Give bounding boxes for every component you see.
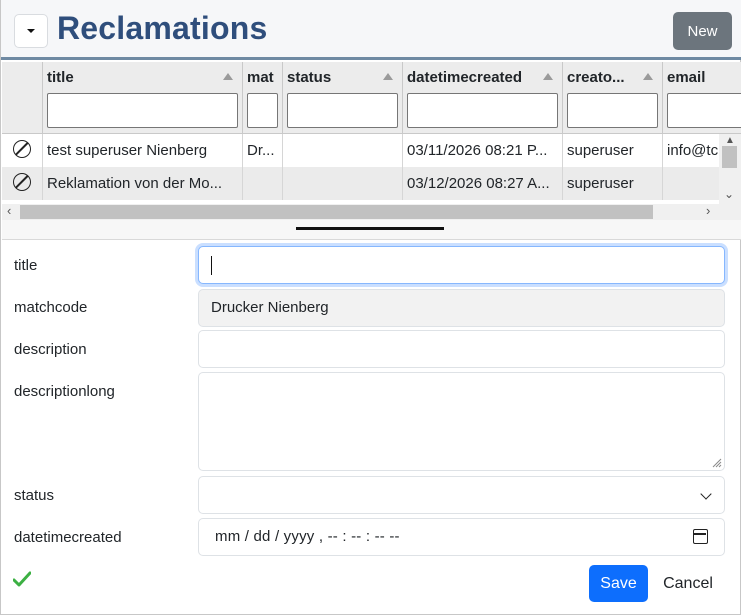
- row-selector-header: [2, 62, 43, 134]
- cell-status[interactable]: [283, 134, 403, 167]
- filter-input-status[interactable]: [287, 93, 398, 128]
- description-label: description: [14, 341, 87, 358]
- status-label: status: [14, 487, 55, 504]
- scroll-up-icon[interactable]: ▲: [725, 135, 735, 146]
- table-row[interactable]: Reklamation von der Mo... 03/12/2026 08:…: [2, 167, 719, 200]
- cell-datetimecreated[interactable]: 03/12/2026 08:27 A...: [403, 167, 563, 200]
- column-header-status[interactable]: status: [283, 62, 403, 134]
- pane-splitter[interactable]: [2, 220, 741, 240]
- splitter-handle[interactable]: [296, 227, 444, 230]
- cancel-button[interactable]: Cancel: [654, 565, 722, 602]
- sort-arrow-icon[interactable]: [383, 73, 393, 80]
- no-entry-icon[interactable]: [13, 140, 31, 158]
- vertical-scroll-thumb[interactable]: [722, 146, 737, 168]
- filter-input-email[interactable]: [667, 93, 741, 128]
- page-title: Reclamations: [57, 10, 268, 46]
- sort-arrow-icon[interactable]: [223, 73, 233, 80]
- column-label-creator: creato...: [567, 69, 625, 86]
- checkmark-icon: [13, 571, 31, 587]
- filter-input-matchcode[interactable]: [247, 93, 278, 128]
- cell-datetimecreated[interactable]: 03/11/2026 08:21 P...: [403, 134, 563, 167]
- horizontal-scroll-thumb[interactable]: [20, 205, 653, 219]
- app-frame: Reclamations New title mat status dateti…: [0, 0, 741, 615]
- no-entry-icon[interactable]: [13, 173, 31, 191]
- column-label-datetimecreated: datetimecreated: [407, 69, 523, 86]
- matchcode-field: Drucker Nienberg: [198, 289, 725, 327]
- filter-input-title[interactable]: [47, 93, 238, 128]
- chevron-down-icon: [700, 488, 712, 500]
- column-label-status: status: [287, 69, 332, 86]
- column-label-title: title: [47, 69, 74, 86]
- scroll-left-icon[interactable]: ‹: [7, 203, 11, 218]
- cell-matchcode[interactable]: Dr...: [243, 134, 283, 167]
- text-cursor: [211, 256, 212, 275]
- status-select[interactable]: [198, 476, 725, 514]
- column-header-email[interactable]: email: [663, 62, 741, 134]
- datetimecreated-label: datetimecreated: [14, 529, 122, 546]
- app-header: Reclamations New: [1, 0, 741, 60]
- title-label: title: [14, 257, 38, 274]
- new-button[interactable]: New: [673, 12, 732, 50]
- cell-status[interactable]: [283, 167, 403, 200]
- cell-email[interactable]: [663, 167, 719, 200]
- descriptionlong-label: descriptionlong: [14, 383, 115, 400]
- column-label-email: email: [667, 69, 706, 86]
- scroll-right-icon[interactable]: ›: [706, 203, 710, 218]
- column-label-matchcode: mat: [247, 69, 274, 86]
- column-header-creator[interactable]: creato...: [563, 62, 663, 134]
- sort-arrow-icon[interactable]: [643, 73, 653, 80]
- row-selector[interactable]: [2, 134, 43, 167]
- records-grid: title mat status datetimecreated creato.…: [2, 62, 741, 220]
- caret-down-icon: [27, 29, 35, 33]
- column-header-datetimecreated[interactable]: datetimecreated: [403, 62, 563, 134]
- filter-input-creator[interactable]: [567, 93, 658, 128]
- cell-matchcode[interactable]: [243, 167, 283, 200]
- menu-dropdown-button[interactable]: [14, 14, 48, 48]
- cell-creator[interactable]: superuser: [563, 167, 663, 200]
- row-selector[interactable]: [2, 167, 43, 200]
- resize-grip-icon[interactable]: [710, 456, 722, 468]
- description-input[interactable]: [198, 330, 725, 368]
- save-button[interactable]: Save: [589, 565, 648, 602]
- calendar-icon[interactable]: [693, 529, 708, 544]
- column-header-matchcode[interactable]: mat: [243, 62, 283, 134]
- cell-creator[interactable]: superuser: [563, 134, 663, 167]
- horizontal-scrollbar[interactable]: ‹ ›: [2, 203, 741, 220]
- table-row[interactable]: test superuser Nienberg Dr... 03/11/2026…: [2, 134, 719, 167]
- scroll-down-icon[interactable]: ⌄: [724, 187, 734, 201]
- title-input[interactable]: [198, 246, 725, 284]
- matchcode-label: matchcode: [14, 299, 88, 316]
- cell-title[interactable]: test superuser Nienberg: [43, 134, 243, 167]
- datetimecreated-input[interactable]: mm / dd / yyyy , -- : -- : -- --: [198, 518, 725, 556]
- sort-arrow-icon[interactable]: [543, 73, 553, 80]
- column-header-title[interactable]: title: [43, 62, 243, 134]
- descriptionlong-textarea[interactable]: [198, 372, 725, 471]
- cell-title[interactable]: Reklamation von der Mo...: [43, 167, 243, 200]
- filter-input-datetimecreated[interactable]: [407, 93, 558, 128]
- datetime-placeholder: mm / dd / yyyy , -- : -- : -- --: [215, 528, 400, 545]
- cell-email[interactable]: info@tc: [663, 134, 719, 167]
- vertical-scrollbar[interactable]: ▲ ⌄: [719, 134, 741, 204]
